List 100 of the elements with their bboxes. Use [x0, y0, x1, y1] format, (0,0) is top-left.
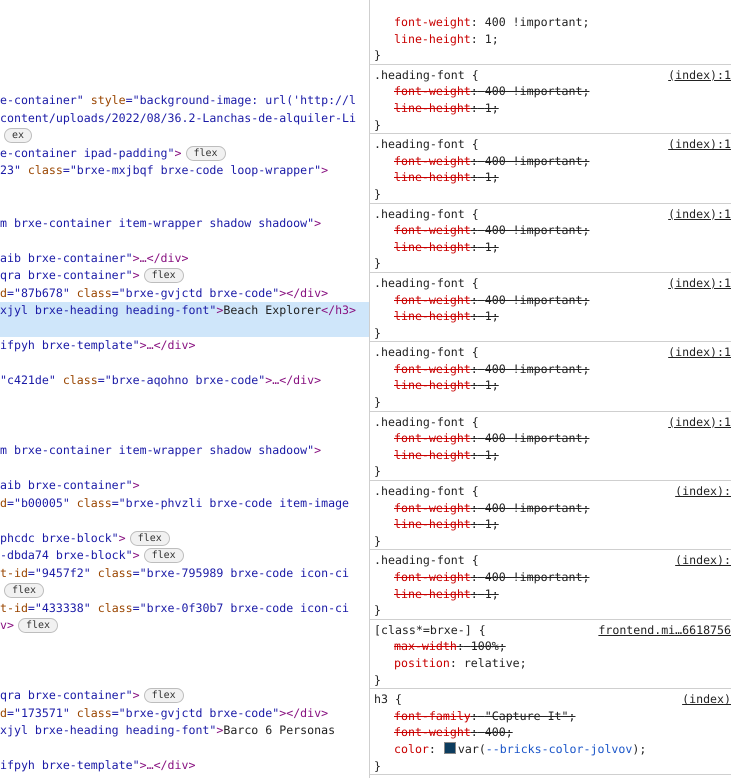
tag-markup: > [321, 162, 328, 179]
attribute-value: phcdc brxe-block" [0, 530, 119, 546]
css-declaration[interactable]: line-height: 1; [394, 238, 499, 256]
css-declaration[interactable]: font-weight: 400 !important; [394, 14, 590, 31]
attribute-name: t-id [0, 600, 28, 616]
css-declaration[interactable]: line-height: 1; [394, 169, 499, 186]
closing-brace: } [374, 463, 381, 480]
attribute-value: xjyl brxe-heading heading-font" [0, 722, 216, 739]
flex-badge[interactable]: flex [130, 530, 170, 546]
flex-badge[interactable]: ex [4, 128, 32, 144]
source-link[interactable]: (index):1 [668, 66, 731, 84]
tag-markup: > [118, 530, 126, 546]
attribute-name: style [90, 92, 126, 109]
css-selector: .heading-font { [374, 274, 480, 292]
closing-brace: } [374, 532, 381, 550]
css-declaration[interactable]: line-height: 1; [394, 446, 499, 464]
flex-badge[interactable]: flex [18, 618, 58, 634]
css-selector: .heading-font { [374, 206, 480, 222]
tag-markup: >…</div> [140, 757, 196, 774]
css-declaration[interactable]: line-height: 1; [394, 516, 499, 533]
css-selector: .heading-font { [374, 483, 480, 500]
css-declaration[interactable]: font-weight: 400 !important; [394, 152, 590, 170]
flex-badge[interactable]: flex [186, 146, 226, 161]
closing-brace: } [374, 255, 381, 272]
tag-markup: ></div> [279, 284, 328, 302]
tag-markup: > [314, 214, 322, 232]
attribute-value: ="brxe-0f30b7 brxe-code icon-ci [132, 600, 350, 616]
tag-markup: >…</div> [140, 337, 196, 354]
flex-badge[interactable]: flex [144, 688, 184, 704]
tag-markup: ></div> [279, 704, 328, 722]
closing-brace: } [374, 186, 381, 203]
source-link[interactable]: (index): [675, 552, 731, 569]
selected-node-highlight[interactable]: xjyl brxe-heading heading-font">Beach Explorer</h3> [0, 302, 369, 320]
attribute-value: aib brxe-container" [0, 477, 133, 494]
tag-markup: >…</div> [265, 372, 322, 389]
flex-badge[interactable]: flex [4, 583, 44, 598]
attribute-value: ="433338" [28, 600, 91, 616]
element-text: Barco 6 Personas [223, 722, 336, 739]
tag-markup: </h3> [321, 302, 356, 319]
attribute-value: ="brxe-mxjbqf brxe-code loop-wrapper" [62, 162, 322, 179]
flex-badge[interactable]: flex [144, 548, 184, 564]
css-declaration[interactable]: line-height: 1; [394, 377, 499, 394]
attribute-value: ="brxe-phvzli brxe-code item-image [112, 494, 350, 512]
css-declaration[interactable]: font-weight: 400 !important; [394, 292, 590, 308]
attribute-value: xjyl brxe-heading heading-font" [0, 302, 216, 319]
source-link[interactable]: (index):1 [668, 344, 731, 361]
css-declaration[interactable]: line-height: 1; [394, 30, 499, 48]
attribute-value: aib brxe-container" [0, 250, 133, 266]
css-selector: h3 { [374, 691, 403, 708]
css-declaration[interactable]: font-weight: 400 !important; [394, 500, 590, 516]
color-swatch[interactable] [444, 742, 456, 754]
css-declaration[interactable]: color: var(--bricks-color-jolvov); [394, 740, 646, 758]
attribute-value: ="brxe-gvjctd brxe-code" [112, 284, 280, 302]
attribute-value: ="87b678" [6, 284, 70, 302]
attribute-value: -dbda74 brxe-block" [0, 547, 133, 564]
tag-markup: v> [0, 617, 14, 634]
css-declaration[interactable]: font-weight: 400 !important; [394, 430, 590, 447]
attribute-value: e-container ipad-padding" [0, 144, 175, 162]
source-link[interactable]: (index): [675, 483, 731, 500]
flex-badge[interactable]: flex [144, 268, 184, 284]
source-link[interactable]: (index):1 [668, 206, 731, 222]
tag-markup: > [216, 302, 224, 319]
source-link[interactable]: frontend.mi…6618756 [598, 622, 731, 638]
attribute-name: t-id [0, 564, 28, 582]
css-declaration[interactable]: line-height: 1; [394, 586, 499, 602]
css-declaration[interactable]: font-family: "Capture It"; [394, 708, 576, 724]
attribute-value: 23" [0, 162, 21, 179]
css-declaration[interactable]: position: relative; [394, 654, 527, 672]
attribute-value: qra brxe-container" [0, 687, 133, 704]
css-declaration[interactable]: line-height: 1; [394, 308, 499, 325]
css-declaration[interactable]: font-weight: 400 !important; [394, 83, 590, 100]
closing-brace: } [374, 672, 381, 688]
attribute-value: ="brxe-gvjctd brxe-code" [112, 704, 280, 722]
source-link[interactable]: (index):1 [668, 274, 731, 292]
closing-brace: } [374, 394, 381, 411]
attribute-value: e-container" [0, 92, 84, 109]
closing-brace: } [374, 47, 381, 64]
css-declaration[interactable]: font-weight: 400 !important; [394, 360, 590, 378]
css-declaration[interactable]: line-height: 1; [394, 100, 499, 117]
source-link[interactable]: (index) [682, 691, 731, 708]
css-declaration[interactable]: max-width: 100%; [394, 638, 506, 655]
css-declaration[interactable]: font-weight: 400; [394, 724, 513, 741]
attribute-name: class [26, 162, 63, 179]
source-link[interactable]: (index):1 [668, 136, 731, 153]
attribute-value: "c421de" [0, 372, 56, 389]
css-declaration[interactable]: font-weight: 400 !important; [394, 569, 590, 586]
tag-markup: > [174, 144, 182, 162]
tag-markup: > [132, 687, 140, 704]
closing-brace: } [374, 758, 381, 774]
attribute-name: d [0, 494, 7, 512]
attribute-name: class [76, 704, 112, 722]
attribute-name: class [62, 372, 98, 389]
tag-markup: > [132, 547, 140, 564]
source-link[interactable]: (index):1 [668, 414, 731, 430]
selected-node-highlight[interactable] [0, 320, 369, 337]
css-selector: .heading-font { [374, 66, 480, 84]
attribute-value: m brxe-container item-wrapper shadow shadoow" [0, 214, 314, 232]
css-selector: .heading-font { [374, 344, 480, 361]
closing-brace: } [374, 324, 381, 342]
css-declaration[interactable]: font-weight: 400 !important; [394, 222, 590, 239]
